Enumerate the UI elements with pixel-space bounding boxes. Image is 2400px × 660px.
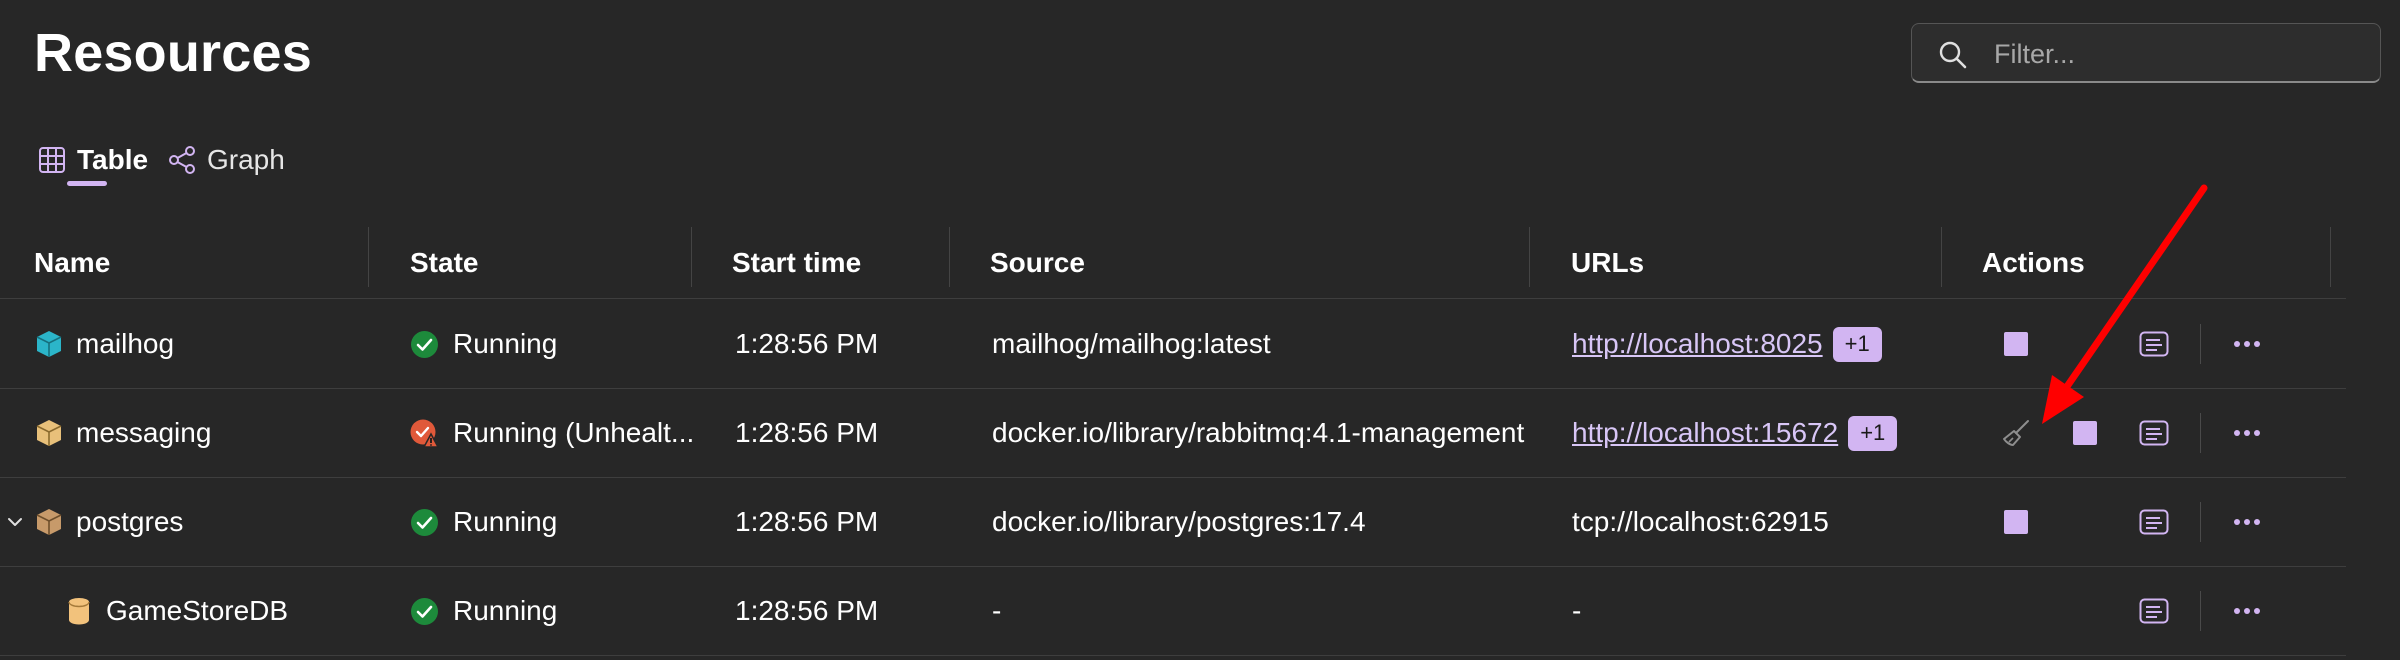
tab-graph-label: Graph <box>207 144 285 175</box>
table-header: Name State Start time Source URLs Action… <box>0 228 2346 299</box>
container-icon <box>36 420 62 446</box>
more-options-icon[interactable] <box>2233 340 2261 348</box>
state-text: Running <box>453 506 558 537</box>
more-urls-badge[interactable]: +1 <box>1832 326 1882 362</box>
stop-button[interactable] <box>2073 421 2097 445</box>
search-icon <box>1939 41 1967 69</box>
column-resize-handle[interactable] <box>949 227 950 287</box>
resource-name[interactable]: messaging <box>76 417 211 449</box>
resource-name[interactable]: mailhog <box>76 328 174 360</box>
tab-graph[interactable]: Graph <box>168 140 285 180</box>
name-cell: postgres <box>34 478 183 566</box>
chevron-down-icon[interactable] <box>6 514 24 530</box>
container-icon <box>36 509 62 535</box>
more-urls-badge[interactable]: +1 <box>1848 415 1898 451</box>
divider <box>2200 591 2201 631</box>
stop-button[interactable] <box>2004 332 2028 356</box>
source-text: docker.io/library/rabbitmq:4.1-managemen… <box>992 417 1525 448</box>
container-icon <box>36 331 62 357</box>
name-cell: GameStoreDB <box>66 567 288 655</box>
url-text: - <box>1572 595 1582 626</box>
table-row[interactable]: GameStoreDB Running 1:28:56 PM - - <box>0 567 2346 656</box>
name-cell: mailhog <box>34 300 174 388</box>
tab-table[interactable]: Table <box>38 140 148 180</box>
table-row[interactable]: mailhog Running 1:28:56 PM mailhog/mailh… <box>0 300 2346 389</box>
table-row[interactable]: postgres Running 1:28:56 PM docker.io/li… <box>0 478 2346 567</box>
column-resize-handle[interactable] <box>2330 227 2331 287</box>
urls-cell: tcp://localhost:62915 <box>1572 478 1829 566</box>
column-resize-handle[interactable] <box>691 227 692 287</box>
start-time: 1:28:56 PM <box>735 328 879 359</box>
console-logs-icon[interactable] <box>2139 420 2169 446</box>
check-circle-icon <box>411 597 438 625</box>
name-cell: messaging <box>34 389 211 477</box>
column-header-urls[interactable]: URLs <box>1571 228 1644 298</box>
column-header-start-time[interactable]: Start time <box>732 228 861 298</box>
broom-icon[interactable] <box>2001 418 2031 448</box>
url-text: tcp://localhost:62915 <box>1572 506 1829 537</box>
table-row[interactable]: messaging Running (Unhealt... 1:28:56 PM… <box>0 389 2346 478</box>
check-circle-icon <box>411 330 438 358</box>
start-time: 1:28:56 PM <box>735 506 879 537</box>
graph-icon <box>169 146 195 174</box>
state-cell: Running <box>410 567 557 655</box>
more-options-icon[interactable] <box>2233 518 2261 526</box>
state-cell: Running <box>410 300 557 388</box>
divider <box>2200 502 2201 542</box>
state-text: Running (Unhealt... <box>453 417 695 448</box>
more-options-icon[interactable] <box>2233 607 2261 615</box>
tab-table-label: Table <box>77 144 149 175</box>
resource-name[interactable]: postgres <box>76 506 183 538</box>
stop-button[interactable] <box>2004 510 2028 534</box>
state-text: Running <box>453 595 558 626</box>
divider <box>2200 324 2201 364</box>
active-tab-indicator <box>67 181 107 186</box>
warning-circle-icon <box>410 419 439 448</box>
filter-box[interactable] <box>1911 23 2381 83</box>
urls-cell: http://localhost:15672 +1 <box>1572 389 1898 477</box>
table-icon <box>39 147 65 173</box>
more-options-icon[interactable] <box>2233 429 2261 437</box>
source-text: - <box>992 595 1002 626</box>
state-cell: Running (Unhealt... <box>410 389 694 477</box>
url-link[interactable]: http://localhost:8025 <box>1572 328 1823 360</box>
column-resize-handle[interactable] <box>368 227 369 287</box>
divider <box>2200 413 2201 453</box>
source-text: mailhog/mailhog:latest <box>992 328 1271 359</box>
source-text: docker.io/library/postgres:17.4 <box>992 506 1366 537</box>
state-text: Running <box>453 328 558 359</box>
console-logs-icon[interactable] <box>2139 598 2169 624</box>
column-resize-handle[interactable] <box>1529 227 1530 287</box>
start-time: 1:28:56 PM <box>735 595 879 626</box>
column-header-actions: Actions <box>1982 247 2085 278</box>
column-header-name[interactable]: Name <box>34 228 110 298</box>
database-icon <box>68 598 90 625</box>
url-link[interactable]: http://localhost:15672 <box>1572 417 1838 449</box>
start-time: 1:28:56 PM <box>735 417 879 448</box>
console-logs-icon[interactable] <box>2139 331 2169 357</box>
page-title: Resources <box>34 23 312 83</box>
column-header-source[interactable]: Source <box>990 228 1085 298</box>
check-circle-icon <box>411 508 438 536</box>
console-logs-icon[interactable] <box>2139 509 2169 535</box>
search-input[interactable] <box>1992 32 2366 76</box>
column-header-state[interactable]: State <box>410 228 478 298</box>
resource-name[interactable]: GameStoreDB <box>106 595 288 627</box>
column-resize-handle[interactable] <box>1941 227 1942 287</box>
urls-cell: http://localhost:8025 +1 <box>1572 300 1882 388</box>
state-cell: Running <box>410 478 557 566</box>
